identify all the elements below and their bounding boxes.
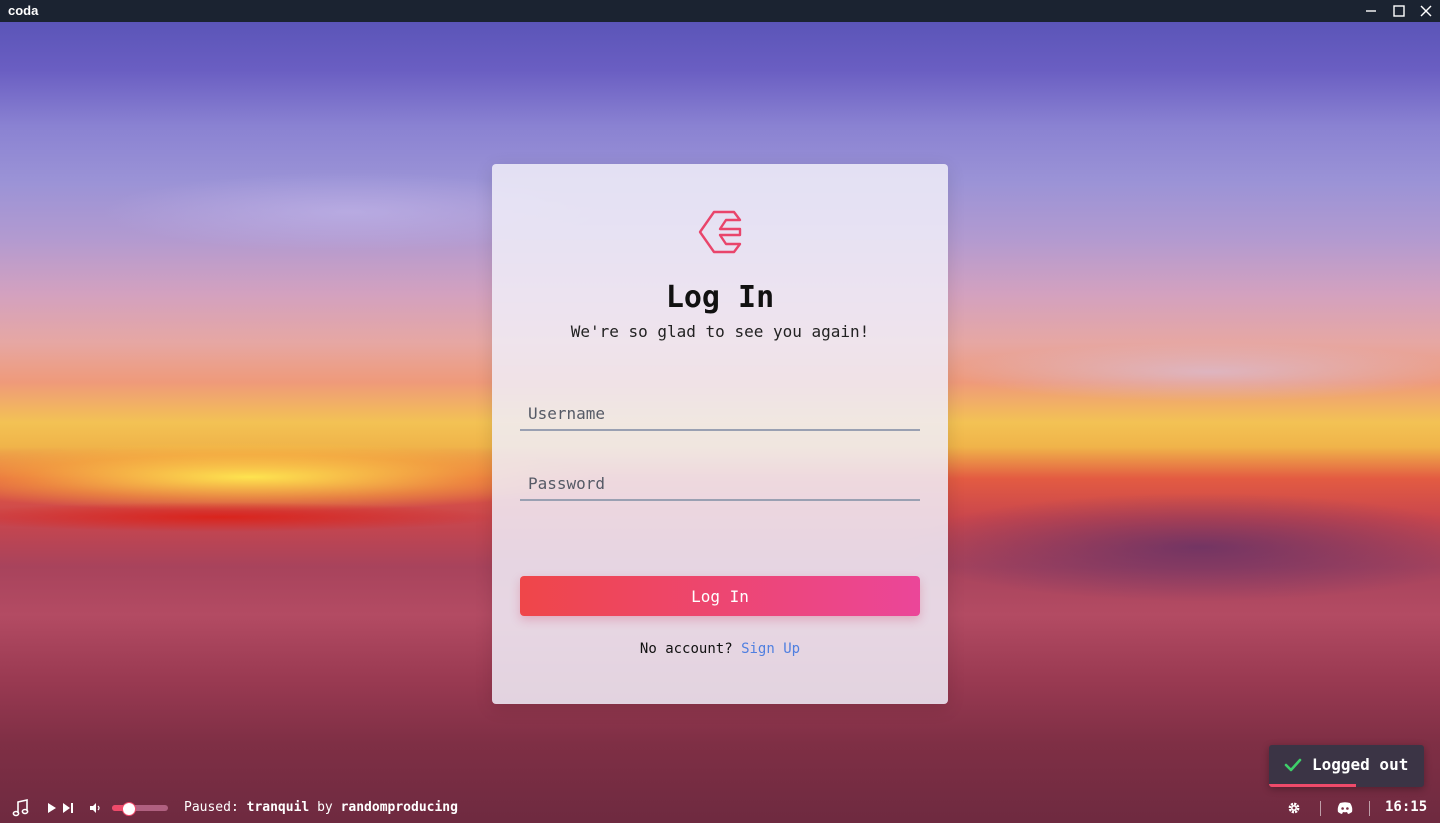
signup-link[interactable]: Sign Up: [741, 641, 800, 657]
by-label: by: [317, 800, 333, 815]
toast-message: Logged out: [1312, 755, 1409, 774]
background-glow: [900, 492, 1440, 602]
music-note-icon: [12, 799, 29, 817]
volume-slider-handle[interactable]: [122, 802, 136, 816]
volume-slider[interactable]: [112, 802, 168, 816]
gear-icon: [1288, 802, 1300, 814]
close-icon: [1420, 5, 1432, 17]
minimize-icon: [1366, 10, 1376, 12]
play-button[interactable]: [44, 793, 58, 823]
play-icon: [48, 803, 56, 813]
coda-logo-icon: [698, 210, 742, 254]
username-input[interactable]: [520, 397, 920, 431]
background-glow: [950, 342, 1440, 402]
close-button[interactable]: [1412, 0, 1440, 22]
minimize-button[interactable]: [1357, 0, 1385, 22]
artist-name: randomproducing: [340, 800, 458, 815]
settings-button[interactable]: [1286, 793, 1302, 823]
divider: [1369, 801, 1370, 816]
volume-icon: [90, 803, 100, 813]
maximize-icon: [1393, 5, 1405, 17]
password-input[interactable]: [520, 467, 920, 501]
background-glow: [0, 502, 500, 532]
next-track-button[interactable]: [60, 793, 74, 823]
page-title: Log In: [665, 280, 775, 315]
title-bar: coda: [0, 0, 1440, 22]
volume-button[interactable]: [88, 793, 104, 823]
toast-timer-bar: [1269, 784, 1356, 787]
divider: [1320, 801, 1321, 816]
player-bar: Paused: tranquil by randomproducing 16:1…: [0, 793, 1440, 823]
clock: 16:15: [1385, 799, 1428, 815]
track-title: tranquil: [246, 800, 310, 815]
music-button[interactable]: [10, 793, 32, 823]
login-button[interactable]: Log In: [520, 576, 920, 616]
check-icon: [1284, 758, 1302, 772]
login-card: Log In We're so glad to see you again! L…: [492, 164, 948, 704]
discord-button[interactable]: [1336, 793, 1354, 823]
subtitle: We're so glad to see you again!: [570, 322, 870, 341]
app-title: coda: [8, 3, 39, 18]
discord-icon: [1337, 802, 1353, 814]
toast-notification[interactable]: Logged out: [1269, 745, 1424, 787]
skip-next-icon: [63, 803, 73, 813]
now-playing: Paused: tranquil by randomproducing: [184, 800, 458, 815]
playback-status: Paused:: [184, 800, 239, 815]
no-account-text: No account?: [639, 641, 733, 657]
signup-row: No account? Sign Up: [492, 641, 948, 657]
maximize-button[interactable]: [1385, 0, 1413, 22]
